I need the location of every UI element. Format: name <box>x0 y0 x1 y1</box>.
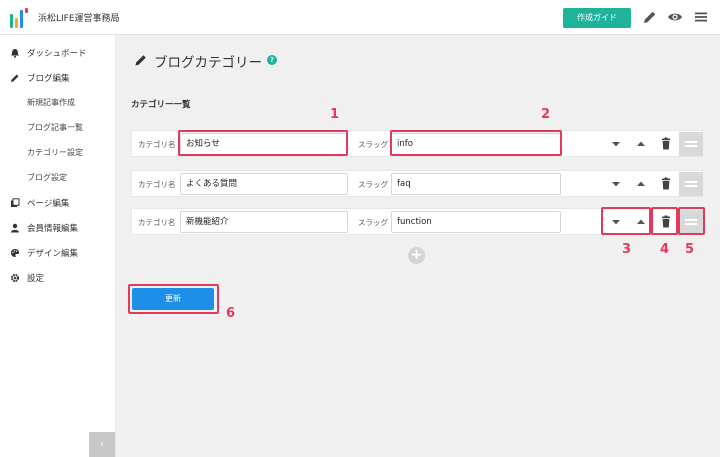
menu-icon[interactable] <box>693 9 709 25</box>
highlight-box-4 <box>651 207 678 235</box>
page-title: ブログカテゴリー <box>154 55 262 71</box>
help-icon[interactable]: ? <box>267 55 277 65</box>
eye-icon[interactable] <box>667 9 683 25</box>
add-category-button[interactable]: + <box>408 247 425 264</box>
move-down-icon[interactable] <box>606 134 626 154</box>
sidebar-item-label: ブログ設定 <box>27 173 67 182</box>
sidebar-item-blog-edit[interactable]: ブログ編集 <box>0 69 116 87</box>
guide-button[interactable]: 作成ガイド <box>563 8 631 28</box>
annotation-number-2: 2 <box>541 107 551 122</box>
trash-icon[interactable] <box>656 174 676 194</box>
sidebar-item-label: カテゴリー設定 <box>27 148 83 157</box>
dashboard-icon <box>11 49 19 58</box>
pencil-icon[interactable] <box>642 9 658 25</box>
category-name-input[interactable]: よくある質問 <box>180 173 348 195</box>
highlight-box-3 <box>601 207 651 235</box>
sidebar-item-new-post[interactable]: 新規記事作成 <box>0 94 116 112</box>
slug-input[interactable]: faq <box>391 173 561 195</box>
highlight-box-1 <box>178 130 348 156</box>
sidebar-item-category-settings[interactable]: カテゴリー設定 <box>0 144 116 162</box>
category-name-label: カテゴリ名 <box>138 180 176 189</box>
sidebar-item-label: 会員情報編集 <box>27 224 79 234</box>
annotation-number-4: 4 <box>660 242 670 257</box>
sidebar-item-page-edit[interactable]: ページ編集 <box>0 194 116 212</box>
sidebar-item-post-list[interactable]: ブログ記事一覧 <box>0 119 116 137</box>
user-icon <box>11 223 19 233</box>
sidebar-item-label: ページ編集 <box>27 199 70 209</box>
sidebar-collapse-button[interactable]: ‹ <box>89 432 115 457</box>
pencil-icon <box>135 55 146 66</box>
slug-label: スラッグ <box>358 140 388 149</box>
highlight-box-2 <box>390 130 562 156</box>
category-row: カテゴリ名 よくある質問 スラッグ faq <box>131 170 703 197</box>
sidebar-item-blog-settings[interactable]: ブログ設定 <box>0 169 116 187</box>
sidebar-item-label: ダッシュボード <box>27 49 87 59</box>
annotation-number-3: 3 <box>622 242 632 257</box>
move-up-icon[interactable] <box>631 134 651 154</box>
sidebar: ダッシュボード ブログ編集 新規記事作成 ブログ記事一覧 カテゴリー設定 ブログ… <box>0 35 116 457</box>
sidebar-item-label: デザイン編集 <box>27 249 79 259</box>
sidebar-item-member-edit[interactable]: 会員情報編集 <box>0 219 116 237</box>
drag-handle[interactable] <box>679 132 703 156</box>
site-name: 浜松LIFE運営事務局 <box>38 14 120 24</box>
palette-icon <box>11 249 19 257</box>
annotation-number-6: 6 <box>226 306 236 321</box>
slug-label: スラッグ <box>358 218 388 227</box>
highlight-box-5 <box>678 207 705 235</box>
trash-icon[interactable] <box>656 134 676 154</box>
app-header: 浜松LIFE運営事務局 作成ガイド <box>0 0 720 35</box>
pages-icon <box>11 198 20 207</box>
category-name-label: カテゴリ名 <box>138 218 176 227</box>
sidebar-item-dashboard[interactable]: ダッシュボード <box>0 44 116 62</box>
drag-handle[interactable] <box>679 172 703 196</box>
pencil-icon <box>11 74 19 82</box>
sidebar-item-design-edit[interactable]: デザイン編集 <box>0 244 116 262</box>
sidebar-item-label: 設定 <box>27 274 45 284</box>
move-up-icon[interactable] <box>631 174 651 194</box>
highlight-box-6 <box>128 284 219 314</box>
section-title: カテゴリー一覧 <box>131 100 191 110</box>
sidebar-item-label: ブログ記事一覧 <box>27 123 83 132</box>
gear-icon <box>10 273 20 283</box>
slug-input[interactable]: function <box>391 211 561 233</box>
sidebar-item-label: 新規記事作成 <box>27 98 75 107</box>
category-name-input[interactable]: 新機能紹介 <box>180 211 348 233</box>
annotation-number-1: 1 <box>330 107 340 122</box>
sidebar-item-settings[interactable]: 設定 <box>0 269 116 287</box>
sidebar-item-label: ブログ編集 <box>27 74 70 84</box>
annotation-number-5: 5 <box>685 242 695 257</box>
category-name-label: カテゴリ名 <box>138 140 176 149</box>
slug-label: スラッグ <box>358 180 388 189</box>
logo-icon[interactable] <box>10 8 28 28</box>
move-down-icon[interactable] <box>606 174 626 194</box>
